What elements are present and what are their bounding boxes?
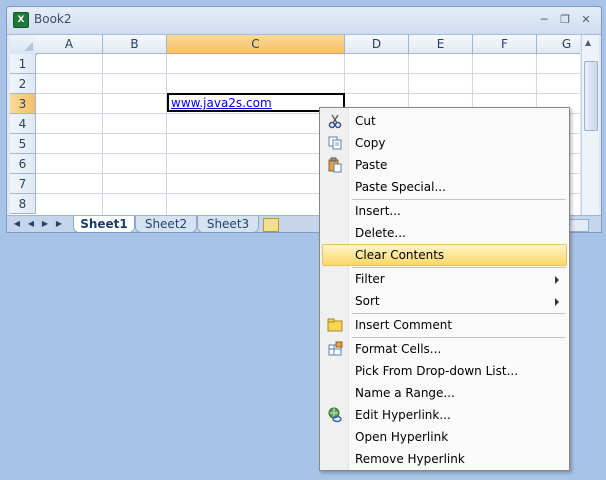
menu-item-delete[interactable]: Delete... [322, 222, 567, 244]
row-header-2[interactable]: 2 [10, 74, 36, 94]
menu-item-copy[interactable]: Copy [322, 132, 567, 154]
restore-icon[interactable]: ❐ [557, 13, 573, 27]
row-header-7[interactable]: 7 [10, 174, 36, 194]
minimize-icon[interactable]: ─ [536, 13, 552, 27]
scroll-thumb[interactable] [584, 61, 598, 131]
horizontal-scrollbar[interactable] [567, 219, 589, 232]
tab-sheet2[interactable]: Sheet2 [135, 216, 197, 232]
column-header-b[interactable]: B [103, 35, 167, 54]
menu-item-name-a-range[interactable]: Name a Range... [322, 382, 567, 404]
menu-item-remove-hyperlink[interactable]: Remove Hyperlink [322, 448, 567, 470]
menu-item-clear-contents[interactable]: Clear Contents [322, 244, 567, 266]
row-header-8[interactable]: 8 [10, 194, 36, 214]
column-header-c[interactable]: C [167, 35, 345, 54]
menu-item-label: Name a Range... [355, 386, 455, 400]
close-icon[interactable]: ✕ [578, 13, 594, 27]
row-header-4[interactable]: 4 [10, 114, 36, 134]
column-header-d[interactable]: D [345, 35, 409, 54]
menu-item-label: Copy [355, 136, 386, 150]
last-sheet-icon[interactable]: ▶ [53, 219, 65, 228]
menu-item-label: Sort [355, 294, 380, 308]
column-header-g[interactable]: G [537, 35, 580, 54]
row-header-1[interactable]: 1 [10, 54, 36, 74]
first-sheet-icon[interactable]: ◀ [11, 219, 23, 228]
window-title: Book2 [34, 12, 72, 26]
column-header-a[interactable]: A [36, 35, 103, 54]
menu-item-label: Format Cells... [355, 342, 442, 356]
menu-item-insert[interactable]: Insert... [322, 200, 567, 222]
row-header-5[interactable]: 5 [10, 134, 36, 154]
next-sheet-icon[interactable]: ▶ [39, 219, 51, 228]
menu-item-paste-special[interactable]: Paste Special... [322, 176, 567, 198]
paste-icon [328, 157, 342, 173]
menu-item-label: Paste [355, 158, 388, 172]
menu-item-paste[interactable]: Paste [322, 154, 567, 176]
menu-item-sort[interactable]: Sort [322, 290, 567, 312]
menu-item-edit-hyperlink[interactable]: Edit Hyperlink... [322, 404, 567, 426]
vertical-scrollbar[interactable]: ▲ [581, 35, 599, 215]
row-header-3[interactable]: 3 [10, 94, 36, 114]
gridline [166, 54, 167, 215]
excel-icon: X [13, 12, 29, 28]
context-menu: Cut Copy Paste Paste Special... Insert..… [319, 107, 570, 471]
prev-sheet-icon[interactable]: ◀ [25, 219, 37, 228]
cell-hyperlink[interactable]: www.java2s.com [171, 96, 272, 110]
select-all-button[interactable] [10, 35, 37, 55]
gridline [102, 54, 103, 215]
menu-item-format-cells[interactable]: Format Cells... [322, 338, 567, 360]
menu-item-pick-from-list[interactable]: Pick From Drop-down List... [322, 360, 567, 382]
menu-item-label: Insert... [355, 204, 401, 218]
title-bar: X Book2 ─ ❐ ✕ [7, 7, 601, 35]
menu-item-label: Paste Special... [355, 180, 446, 194]
menu-item-label: Cut [355, 114, 376, 128]
copy-icon [328, 136, 342, 150]
menu-item-cut[interactable]: Cut [322, 110, 567, 132]
row-header-6[interactable]: 6 [10, 154, 36, 174]
menu-item-label: Open Hyperlink [355, 430, 449, 444]
menu-item-label: Pick From Drop-down List... [355, 364, 519, 378]
scissors-icon [328, 114, 342, 129]
menu-item-filter[interactable]: Filter [322, 268, 567, 290]
gridline [36, 73, 580, 74]
submenu-arrow-icon [555, 298, 559, 306]
hyperlink-icon [328, 407, 342, 423]
submenu-arrow-icon [555, 276, 559, 284]
comment-icon [327, 318, 343, 332]
column-header-e[interactable]: E [409, 35, 473, 54]
scroll-up-icon[interactable]: ▲ [585, 38, 591, 47]
insert-sheet-icon[interactable] [263, 218, 279, 232]
menu-item-insert-comment[interactable]: Insert Comment [322, 314, 567, 336]
menu-item-label: Insert Comment [355, 318, 453, 332]
menu-item-label: Clear Contents [355, 248, 445, 262]
menu-item-label: Filter [355, 272, 385, 286]
tab-sheet3[interactable]: Sheet3 [197, 216, 259, 232]
menu-item-label: Delete... [355, 226, 406, 240]
menu-item-label: Edit Hyperlink... [355, 408, 451, 422]
format-cells-icon [328, 341, 343, 356]
column-header-f[interactable]: F [473, 35, 537, 54]
menu-item-label: Remove Hyperlink [355, 452, 465, 466]
menu-item-open-hyperlink[interactable]: Open Hyperlink [322, 426, 567, 448]
tab-sheet1[interactable]: Sheet1 [73, 216, 135, 232]
